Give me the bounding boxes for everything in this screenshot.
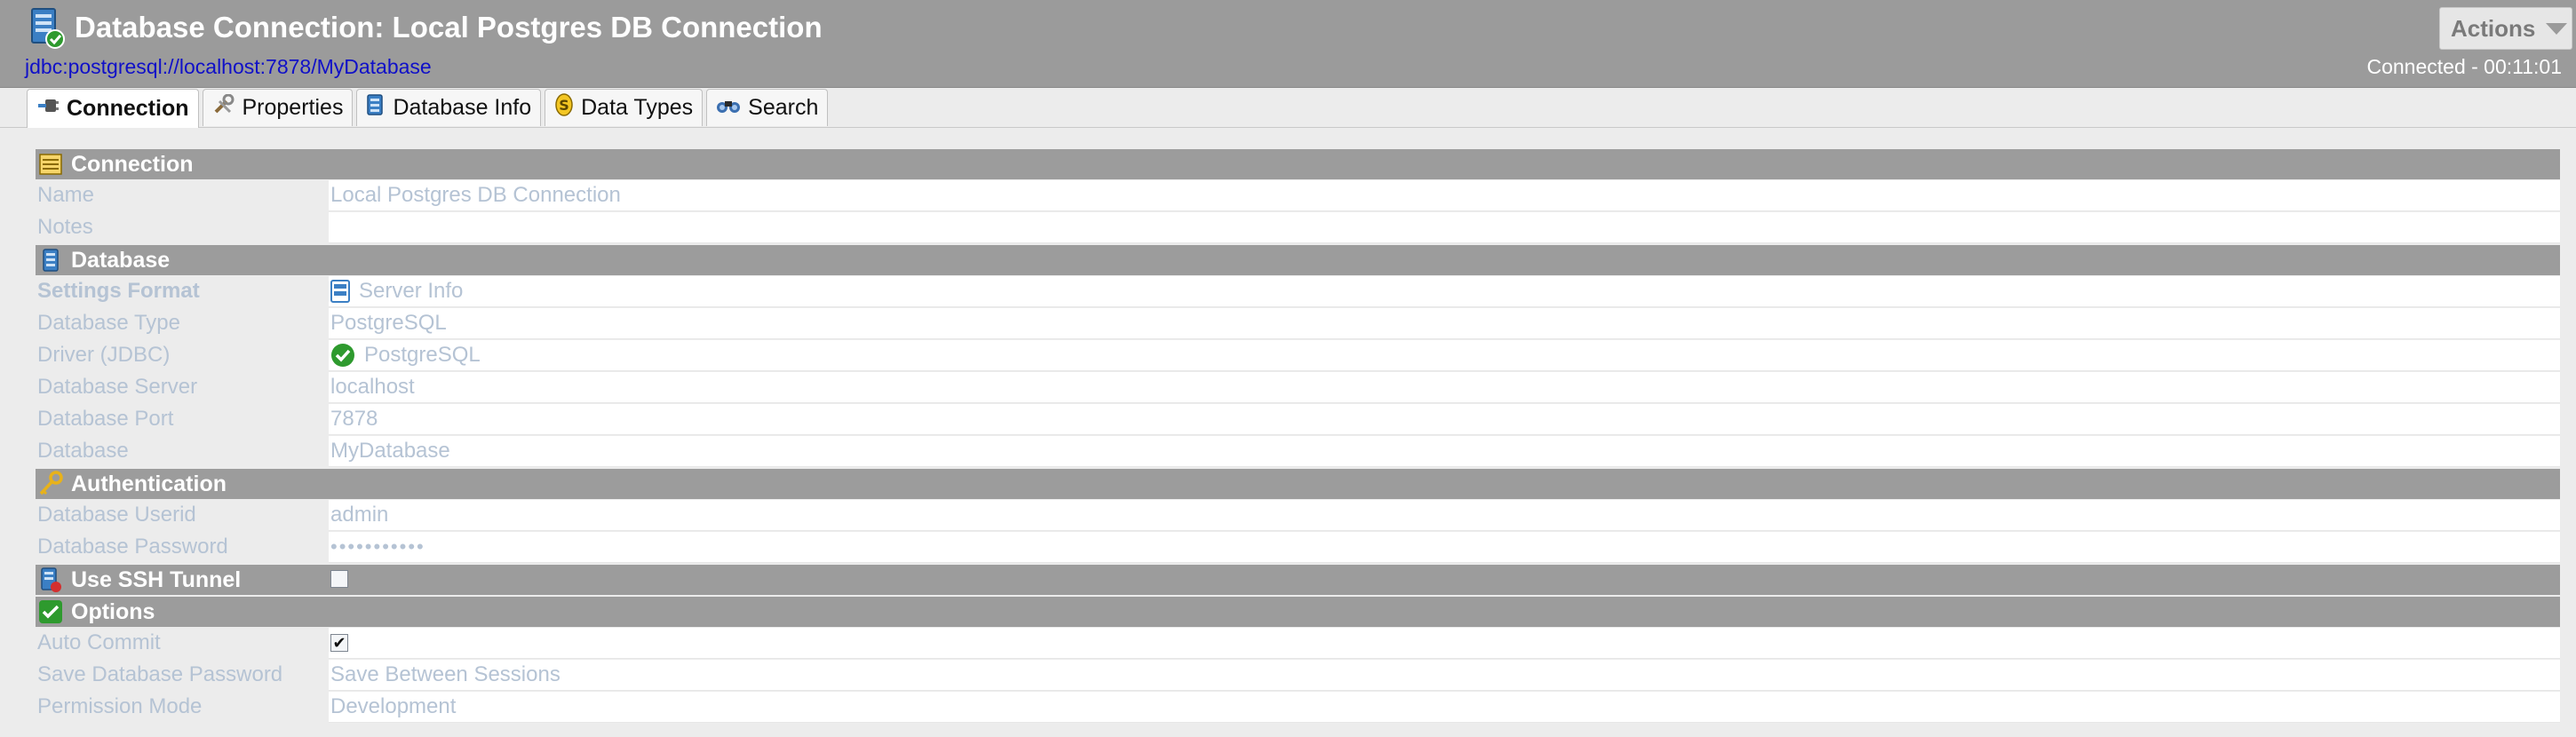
tab-database-info[interactable]: Database Info xyxy=(356,89,542,126)
port-value: 7878 xyxy=(330,406,378,431)
database-name-row: Database MyDatabase xyxy=(36,435,2560,467)
settings-format-label: Settings Format xyxy=(37,279,200,303)
tab-properties[interactable]: Properties xyxy=(202,89,354,126)
save-password-row: Save Database Password Save Between Sess… xyxy=(36,659,2560,691)
tab-label: Search xyxy=(748,95,819,120)
port-label: Database Port xyxy=(37,407,174,431)
notes-label: Notes xyxy=(37,215,93,239)
settings-format-value: Server Info xyxy=(359,278,464,303)
notepad-icon xyxy=(37,151,64,178)
section-title: Use SSH Tunnel xyxy=(71,567,242,592)
database-name-value: MyDatabase xyxy=(330,438,450,463)
section-ssh-tunnel: Use SSH Tunnel xyxy=(36,565,2560,595)
connection-plug-icon xyxy=(36,96,60,122)
connection-status: Connected - 00:11:01 xyxy=(2366,55,2562,78)
data-types-icon: S xyxy=(554,92,574,123)
tab-label: Database Info xyxy=(393,95,532,120)
tab-connection[interactable]: Connection xyxy=(27,89,199,128)
svg-text:S: S xyxy=(559,97,569,114)
tab-search[interactable]: Search xyxy=(706,89,829,126)
database-name-field[interactable]: MyDatabase xyxy=(329,435,2560,467)
server-value: localhost xyxy=(330,374,415,399)
userid-label: Database Userid xyxy=(37,503,196,527)
database-type-row: Database Type PostgreSQL xyxy=(36,307,2560,339)
password-value: ••••••••••• xyxy=(330,535,425,558)
section-options: Options xyxy=(36,597,2560,627)
tab-data-types[interactable]: S Data Types xyxy=(545,89,704,126)
save-password-label: Save Database Password xyxy=(37,662,283,686)
database-type-label: Database Type xyxy=(37,311,181,335)
driver-label: Driver (JDBC) xyxy=(37,343,171,367)
database-icon xyxy=(37,247,64,273)
server-info-icon xyxy=(330,279,350,303)
password-label: Database Password xyxy=(37,535,228,559)
driver-row: Driver (JDBC) PostgreSQL xyxy=(36,339,2560,371)
port-row: Database Port 7878 xyxy=(36,403,2560,435)
tools-icon xyxy=(212,93,235,122)
ssh-tunnel-icon xyxy=(37,567,64,593)
section-title: Authentication xyxy=(71,471,227,496)
window-header: Database Connection: Local Postgres DB C… xyxy=(0,0,2576,88)
save-password-field[interactable]: Save Between Sessions xyxy=(329,659,2560,691)
auto-commit-field: ✔ xyxy=(329,627,2560,659)
tab-label: Connection xyxy=(67,96,189,121)
server-label: Database Server xyxy=(37,375,198,399)
section-connection: Connection xyxy=(36,149,2560,179)
database-name-label: Database xyxy=(37,439,129,463)
key-icon xyxy=(37,471,64,497)
server-field[interactable]: localhost xyxy=(329,371,2560,403)
database-connected-icon xyxy=(30,7,66,50)
password-field[interactable]: ••••••••••• xyxy=(329,531,2560,563)
checkmark-icon xyxy=(37,598,64,625)
actions-label: Actions xyxy=(2451,14,2536,42)
ssh-tunnel-checkbox[interactable] xyxy=(330,570,348,588)
settings-format-row: Settings Format Server Info xyxy=(36,275,2560,307)
permission-mode-value: Development xyxy=(330,693,457,718)
auto-commit-checkbox[interactable]: ✔ xyxy=(330,633,348,652)
jdbc-url-link[interactable]: jdbc:postgresql://localhost:7878/MyDatab… xyxy=(25,55,432,79)
server-row: Database Server localhost xyxy=(36,371,2560,403)
database-info-icon xyxy=(366,93,386,123)
tab-label: Data Types xyxy=(581,95,694,120)
name-label: Name xyxy=(37,183,95,207)
port-field[interactable]: 7878 xyxy=(329,403,2560,435)
password-row: Database Password ••••••••••• xyxy=(36,531,2560,563)
name-value: Local Postgres DB Connection xyxy=(330,182,621,207)
database-type-field[interactable]: PostgreSQL xyxy=(329,307,2560,339)
section-authentication: Authentication xyxy=(36,469,2560,499)
database-type-value: PostgreSQL xyxy=(330,310,447,335)
chevron-down-icon xyxy=(2546,22,2568,35)
auto-commit-label: Auto Commit xyxy=(37,630,161,654)
binoculars-icon xyxy=(716,95,741,121)
save-password-value: Save Between Sessions xyxy=(330,662,561,686)
section-title: Options xyxy=(71,598,155,624)
driver-field[interactable]: PostgreSQL xyxy=(329,339,2560,371)
userid-row: Database Userid admin xyxy=(36,499,2560,531)
notes-row: Notes xyxy=(36,211,2560,243)
page-title: Database Connection: Local Postgres DB C… xyxy=(75,11,823,44)
driver-value: PostgreSQL xyxy=(364,342,481,367)
settings-format-field[interactable]: Server Info xyxy=(329,275,2560,307)
permission-mode-label: Permission Mode xyxy=(37,694,203,718)
permission-mode-row: Permission Mode Development xyxy=(36,691,2560,723)
name-row: Name Local Postgres DB Connection xyxy=(36,179,2560,211)
tab-bar: Connection Properties Database Info S Da… xyxy=(27,89,829,128)
tab-label: Properties xyxy=(242,95,344,120)
auto-commit-row: Auto Commit ✔ xyxy=(36,627,2560,659)
section-database: Database xyxy=(36,245,2560,275)
permission-mode-field[interactable]: Development xyxy=(329,691,2560,723)
actions-button[interactable]: Actions xyxy=(2439,7,2572,50)
notes-field[interactable] xyxy=(329,211,2560,243)
section-title: Database xyxy=(71,247,171,273)
connection-form: Connection Name Local Postgres DB Connec… xyxy=(36,147,2560,723)
name-field[interactable]: Local Postgres DB Connection xyxy=(329,179,2560,211)
userid-value: admin xyxy=(330,502,389,527)
checkmark-circle-icon xyxy=(330,343,355,368)
userid-field[interactable]: admin xyxy=(329,499,2560,531)
section-title: Connection xyxy=(71,151,194,177)
